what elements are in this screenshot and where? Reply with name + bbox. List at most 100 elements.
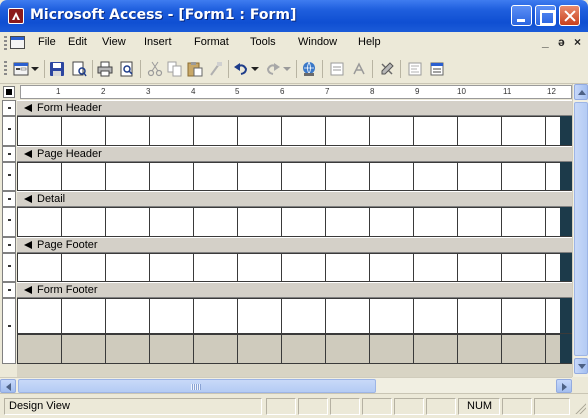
menu-format[interactable]: Format	[194, 36, 229, 48]
arrow-up-icon	[578, 90, 586, 95]
copy-icon[interactable]	[166, 60, 184, 78]
section-selector[interactable]	[2, 191, 16, 207]
status-pane	[362, 398, 392, 415]
detail-grid[interactable]	[17, 207, 572, 237]
form-header-grid[interactable]	[17, 116, 572, 146]
section-bar-page-footer[interactable]: Page Footer	[17, 237, 572, 253]
section-selector[interactable]	[2, 237, 16, 253]
toolbar-separator	[322, 60, 323, 78]
insert-hyperlink-icon[interactable]	[300, 60, 318, 78]
ruler-row: 1 2 3 4 5 6 7 8 9 10 11 12	[0, 84, 588, 100]
section-label: Page Footer	[37, 239, 98, 251]
num-lock-indicator: NUM	[467, 400, 493, 412]
format-painter-icon[interactable]	[206, 60, 224, 78]
ruler-mark: 9	[415, 87, 420, 96]
field-list-icon[interactable]	[328, 60, 346, 78]
section-arrow-icon	[24, 150, 32, 158]
vertical-scrollbar[interactable]	[572, 84, 588, 377]
form-footer-grid[interactable]	[17, 298, 572, 334]
maximize-button[interactable]	[535, 5, 556, 26]
undo-dropdown-icon[interactable]	[250, 60, 260, 78]
save-icon[interactable]	[48, 60, 66, 78]
status-pane	[298, 398, 328, 415]
section-selector[interactable]	[2, 282, 16, 298]
section-selector[interactable]	[2, 116, 16, 146]
section-bar-form-footer[interactable]: Form Footer	[17, 282, 572, 298]
window-title: Microsoft Access - [Form1 : Form]	[30, 7, 297, 23]
section-arrow-icon	[24, 195, 32, 203]
undo-icon[interactable]	[232, 60, 250, 78]
page-header-grid[interactable]	[17, 162, 572, 191]
resize-grip[interactable]	[574, 402, 586, 414]
ruler-mark: 5	[235, 87, 240, 96]
file-search-icon[interactable]	[70, 60, 88, 78]
ruler-mark: 4	[191, 87, 196, 96]
toolbar-separator	[92, 60, 93, 78]
section-selector[interactable]	[2, 207, 16, 237]
vertical-scroll-thumb[interactable]	[574, 102, 588, 356]
section-selector[interactable]	[2, 162, 16, 191]
menu-edit[interactable]: Edit	[68, 36, 87, 48]
doc-close-button[interactable]: ×	[574, 35, 581, 49]
status-pane	[330, 398, 360, 415]
paste-icon[interactable]	[186, 60, 204, 78]
section-bar-detail[interactable]: Detail	[17, 191, 572, 207]
close-button[interactable]	[559, 5, 580, 26]
print-icon[interactable]	[96, 60, 114, 78]
menu-file[interactable]: File	[38, 36, 56, 48]
section-bar-form-header[interactable]: Form Header	[17, 100, 572, 116]
scroll-down-button[interactable]	[574, 358, 588, 374]
status-bar: Design View NUM	[0, 393, 588, 418]
form-design-surface: Form Header Page Header Detail Page Foot…	[0, 100, 572, 377]
horizontal-scroll-thumb[interactable]	[18, 379, 376, 393]
scroll-right-button[interactable]	[556, 379, 572, 393]
status-main-pane: Design View	[4, 398, 262, 415]
form-view-icon[interactable]	[12, 60, 30, 78]
grid-right-edge	[560, 298, 572, 333]
menu-tools[interactable]: Tools	[250, 36, 276, 48]
minimize-button[interactable]	[511, 5, 532, 26]
section-label: Form Footer	[37, 284, 98, 296]
dropdown-arrow-icon[interactable]	[30, 60, 40, 78]
form-document-icon[interactable]	[10, 36, 25, 49]
form-selector-box[interactable]	[3, 86, 15, 98]
toolbar-grip[interactable]	[4, 61, 7, 77]
arrow-left-icon	[6, 383, 11, 391]
scroll-left-button[interactable]	[0, 379, 16, 393]
ruler-mark: 3	[146, 87, 151, 96]
redo-dropdown-icon[interactable]	[282, 60, 292, 78]
redo-icon[interactable]	[264, 60, 282, 78]
menu-window[interactable]: Window	[298, 36, 337, 48]
menu-insert[interactable]: Insert	[144, 36, 172, 48]
print-preview-icon[interactable]	[118, 60, 136, 78]
section-selector[interactable]	[2, 298, 16, 364]
section-selector[interactable]	[2, 100, 16, 116]
horizontal-ruler[interactable]: 1 2 3 4 5 6 7 8 9 10 11 12	[20, 85, 572, 99]
properties-icon[interactable]	[428, 60, 446, 78]
grid-right-edge	[560, 162, 572, 190]
ruler-mark: 6	[280, 87, 285, 96]
grid-right-edge	[560, 253, 572, 281]
code-icon[interactable]	[406, 60, 424, 78]
section-bar-page-header[interactable]: Page Header	[17, 146, 572, 162]
section-label: Page Header	[37, 148, 102, 160]
access-app-icon[interactable]	[8, 8, 24, 24]
doc-restore-button[interactable]: ə	[558, 35, 565, 49]
doc-minimize-button[interactable]: _	[542, 35, 549, 49]
section-selector[interactable]	[2, 146, 16, 162]
menu-help[interactable]: Help	[358, 36, 381, 48]
scroll-up-button[interactable]	[574, 84, 588, 100]
cut-icon[interactable]	[146, 60, 164, 78]
ruler-mark: 7	[325, 87, 330, 96]
section-label: Detail	[37, 193, 66, 205]
page-footer-grid[interactable]	[17, 253, 572, 282]
menu-view[interactable]: View	[102, 36, 126, 48]
toolbox-icon[interactable]	[350, 60, 368, 78]
form-footer-grid-lower[interactable]	[17, 334, 572, 364]
horizontal-scrollbar[interactable]	[0, 377, 572, 393]
section-label: Form Header	[37, 102, 102, 114]
status-pane	[266, 398, 296, 415]
section-selector[interactable]	[2, 253, 16, 282]
menu-grip[interactable]	[4, 36, 7, 50]
autoformat-icon[interactable]	[378, 60, 396, 78]
